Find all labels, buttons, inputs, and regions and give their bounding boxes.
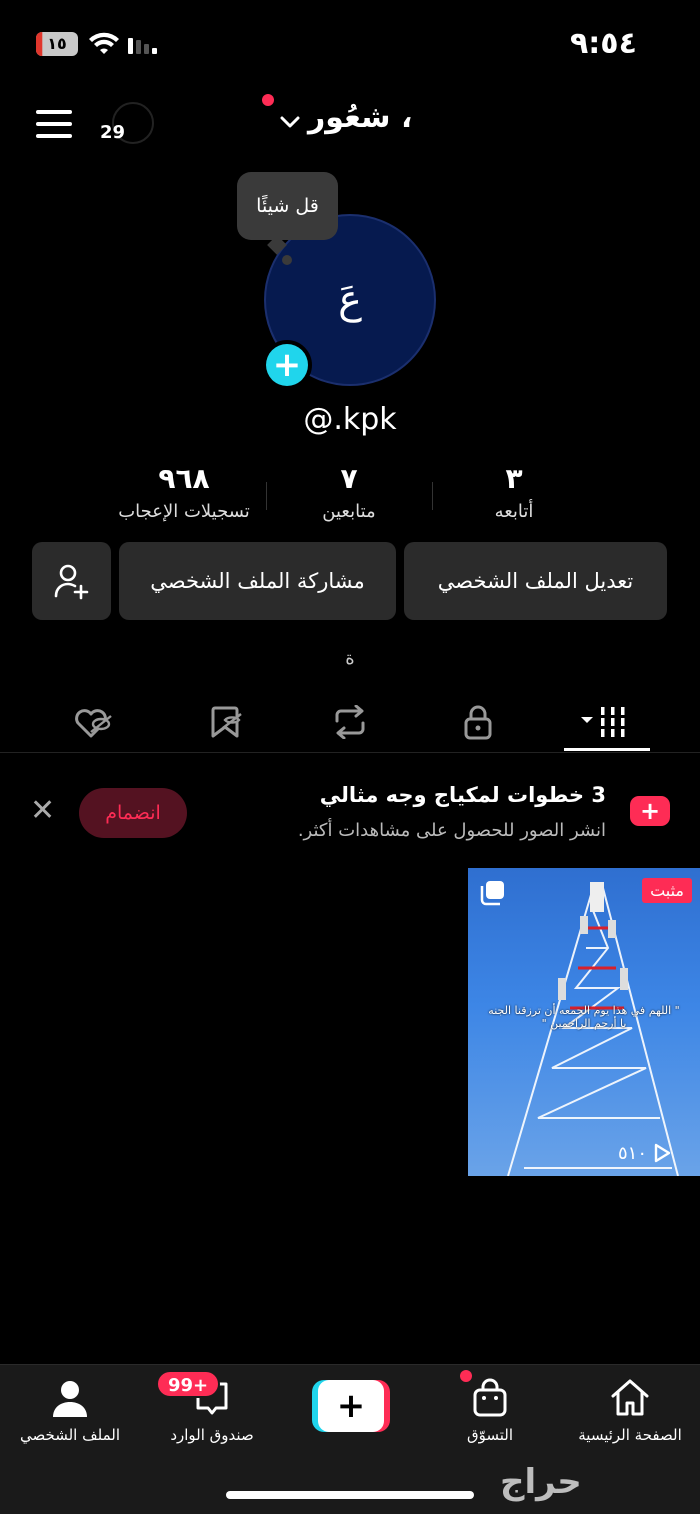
profile-icon [53,1381,87,1417]
shopping-bag-icon [473,1378,507,1417]
username: @.kpk [303,402,397,437]
avatar-letter: عَ [338,277,362,323]
close-icon[interactable]: ✕ [30,796,55,826]
bio: ة [345,648,355,669]
nav-home-label: الصفحة الرئيسية [578,1426,682,1444]
home-icon [611,1379,649,1416]
tab-favorites[interactable] [160,694,290,750]
tab-private[interactable] [413,694,543,750]
divider [0,752,700,753]
add-photo-button[interactable]: + [262,340,312,390]
chevron-down-icon[interactable] [278,110,302,134]
clock: ٩:٥٤ [570,26,637,61]
watermark: حراج [500,1462,582,1502]
active-tab-indicator [564,748,650,751]
lock-icon [464,705,492,740]
create-button[interactable]: + [312,1380,390,1432]
tab-liked[interactable] [28,694,158,750]
account-switcher-title[interactable]: شعُور ، [308,100,412,135]
pinned-badge: مثبت [642,878,692,903]
view-count: ٥١٠ [618,1142,673,1164]
speech-bubble-dot [282,255,292,265]
wifi-icon [89,32,119,54]
nav-shop-label: التسوّق [466,1426,514,1444]
repost-icon [335,705,365,739]
battery-indicator: ١٥ [36,32,78,56]
plus-icon: + [266,344,308,386]
nav-inbox-label: صندوق الوارد [170,1426,254,1444]
play-icon [654,1143,671,1163]
plus-icon: + [318,1380,384,1432]
speech-bubble[interactable]: قل شيئًا [237,172,338,240]
stat-likes[interactable]: ٩٦٨ تسجيلات الإعجاب [84,462,284,522]
promo-subtitle: انشر الصور للحصول على مشاهدات أكثر. [297,820,606,841]
add-friend-button[interactable] [32,542,111,620]
nav-shop[interactable]: التسوّق [420,1376,560,1444]
likes-count: ٩٦٨ [158,462,210,495]
cellular-signal-icon [128,38,157,54]
promo-plus-icon: + [630,796,670,826]
video-thumbnail[interactable]: مثبت " اللهم في هذا يوم الجمعه أن ترزقنا… [468,868,700,1176]
video-caption: " اللهم في هذا يوم الجمعه أن ترزقنا الجن… [488,1004,680,1030]
tab-reposts[interactable] [285,694,415,750]
join-button[interactable]: انضمام [79,788,187,838]
hidden-favorites-icon [211,706,242,738]
add-user-icon [54,564,88,600]
photo-carousel-icon [480,881,504,906]
home-indicator[interactable] [226,1491,474,1499]
videos-grid-icon [581,707,625,737]
tab-videos[interactable] [542,694,672,750]
share-profile-button[interactable]: مشاركة الملف الشخصي [119,542,396,620]
nav-profile-label: الملف الشخصي [20,1426,120,1444]
view-count-text: ٥١٠ [618,1142,648,1164]
notification-dot [262,94,274,106]
inbox-badge: 99+ [156,1370,221,1398]
friends-count[interactable]: 29 [100,122,125,143]
nav-home[interactable]: الصفحة الرئيسية [560,1376,700,1444]
battery-level-text: ١٥ [47,34,67,53]
shop-notification-dot [460,1370,472,1382]
hidden-liked-icon [75,709,112,738]
hamburger-menu-icon[interactable] [36,110,72,138]
edit-profile-button[interactable]: تعديل الملف الشخصي [404,542,667,620]
promo-title[interactable]: 3 خطوات لمكياج وجه مثالي [320,783,606,807]
nav-profile[interactable]: الملف الشخصي [0,1376,140,1444]
likes-label: تسجيلات الإعجاب [118,501,250,522]
